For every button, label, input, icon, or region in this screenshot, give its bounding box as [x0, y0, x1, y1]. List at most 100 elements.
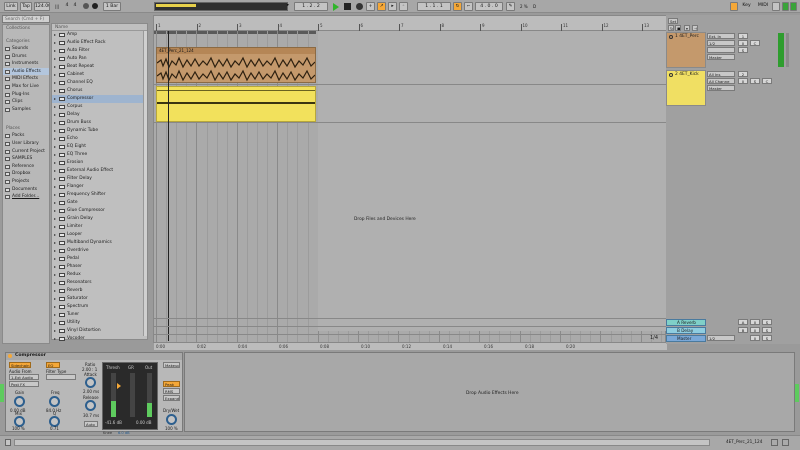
expand-arrow-icon[interactable]: ▸ [54, 31, 56, 39]
return-b-solo[interactable]: S [762, 327, 772, 333]
track-number-button[interactable]: 2 [738, 71, 748, 77]
position-field[interactable]: 1 . 2 . 2 [294, 2, 328, 11]
solo-button[interactable]: S [750, 78, 760, 84]
volume-field[interactable]: 0 [738, 78, 748, 84]
thresh-value[interactable]: -41.6 dB [105, 420, 122, 425]
track-number-button[interactable]: 1 [738, 33, 748, 39]
loop-start-field[interactable]: 1 . 1 . 1 [417, 2, 451, 11]
beat-ruler[interactable]: 1 2 3 4 5 6 7 8 9 10 11 12 13 [154, 16, 667, 31]
overdub-icon[interactable]: + [366, 2, 375, 11]
draw-mode-icon[interactable]: ✎ [506, 2, 515, 11]
browser-item[interactable]: ▸ Delay [52, 111, 147, 119]
expand-arrow-icon[interactable]: ▸ [54, 207, 56, 215]
output-select[interactable]: Master [707, 54, 735, 60]
return-track-b[interactable]: B Delay [666, 327, 706, 334]
name-column-header[interactable]: Name [52, 24, 147, 31]
track-fold-icon[interactable]: ▾ [684, 25, 690, 31]
play-icon[interactable] [333, 3, 339, 11]
browser-item[interactable]: ▸ Dynamic Tube [52, 127, 147, 135]
eq-toggle[interactable]: EQ [46, 362, 60, 368]
browser-item[interactable]: ▸ Echo [52, 135, 147, 143]
overview-bar[interactable] [154, 2, 288, 11]
expand-arrow-icon[interactable]: ▸ [54, 239, 56, 247]
peak-button[interactable]: Peak [163, 381, 180, 387]
set-button[interactable]: Set [668, 18, 678, 24]
expand-arrow-icon[interactable]: ▸ [54, 111, 56, 119]
browser-item[interactable]: ▸ Multiband Dynamics [52, 239, 147, 247]
back-to-arrangement-icon[interactable]: ▸ [388, 2, 397, 11]
expand-arrow-icon[interactable]: ▸ [54, 95, 56, 103]
expand-arrow-icon[interactable]: ▸ [54, 167, 56, 175]
filter-type-select[interactable] [46, 374, 76, 380]
return-b-volume[interactable]: 0 [750, 327, 760, 333]
out-value[interactable]: 0.00 dB [136, 420, 151, 425]
rms-button[interactable]: RMS [163, 388, 180, 394]
expand-arrow-icon[interactable]: ▸ [54, 215, 56, 223]
loop-brace[interactable] [154, 31, 316, 34]
browser-item[interactable]: ▸ Looper [52, 231, 147, 239]
expand-arrow-icon[interactable]: ▸ [54, 71, 56, 79]
mixer-scrollbar[interactable] [786, 33, 789, 67]
expand-arrow-icon[interactable]: ▸ [54, 135, 56, 143]
expand-arrow-icon[interactable]: ▸ [54, 255, 56, 263]
audio-from-select[interactable]: 1-Ext Audio [9, 374, 39, 380]
attack-knob[interactable] [85, 377, 96, 388]
record-icon[interactable] [356, 3, 363, 10]
loop-length-field[interactable]: 4 . 0 . 0 [475, 2, 503, 11]
expand-arrow-icon[interactable]: ▸ [54, 287, 56, 295]
pan-field[interactable]: C [762, 78, 772, 84]
expand-arrow-icon[interactable]: ▸ [54, 87, 56, 95]
monitor-switch[interactable] [707, 47, 735, 53]
expand-arrow-icon[interactable]: ▸ [54, 143, 56, 151]
place-reference[interactable]: Reference [3, 163, 49, 171]
browser-item[interactable]: ▸ Limiter [52, 223, 147, 231]
sidechain-toggle[interactable]: Sidechain [9, 362, 31, 368]
link-button[interactable]: Link [4, 2, 18, 11]
device-on-icon[interactable] [8, 354, 12, 358]
master-volume[interactable]: 0 [750, 335, 760, 341]
track-header-kick[interactable]: 2 4ET_Kick [666, 70, 706, 106]
output-select[interactable]: Master [707, 85, 735, 91]
master-solo[interactable]: S [762, 335, 772, 341]
solo-button[interactable]: S [738, 47, 748, 53]
expand-arrow-icon[interactable]: ▸ [54, 263, 56, 271]
browser-item[interactable]: ▸ Overdrive [52, 247, 147, 255]
browser-item[interactable]: ▸ Tuner [52, 311, 147, 319]
browser-item[interactable]: ▸ Drum Buss [52, 119, 147, 127]
sig-den[interactable]: 4 [72, 2, 78, 11]
expand-arrow-icon[interactable]: ▸ [54, 63, 56, 71]
return-a-solo[interactable]: S [762, 319, 772, 325]
track-name[interactable]: 2 4ET_Kick [675, 72, 699, 77]
browser-item[interactable]: ▸ Amp [52, 31, 147, 39]
loop-switch-icon[interactable]: ↻ [453, 2, 462, 11]
category-sounds[interactable]: Sounds [3, 45, 49, 53]
category-plug-ins[interactable]: Plug-Ins [3, 91, 49, 99]
quantize-select[interactable]: 1 Bar [103, 2, 121, 11]
browser-item[interactable]: ▸ Redux [52, 271, 147, 279]
expand-arrow-icon[interactable]: ▸ [54, 151, 56, 159]
category-audio-effects[interactable]: Audio Effects [3, 67, 49, 76]
browser-item[interactable]: ▸ Vinyl Distortion [52, 327, 147, 335]
tap-button[interactable]: Tap [20, 2, 32, 11]
browser-item[interactable]: ▸ Resonators [52, 279, 147, 287]
automation-arm-icon[interactable]: ↗ [377, 2, 386, 11]
browser-item[interactable]: ▸ Phaser [52, 263, 147, 271]
expand-arrow-icon[interactable]: ▸ [54, 119, 56, 127]
stop-all-icon[interactable]: ■ [675, 25, 681, 31]
category-max-for-live[interactable]: Max for Live [3, 83, 49, 91]
input-type-select[interactable]: All Ins [707, 71, 735, 77]
thresh-meter[interactable] [111, 373, 116, 417]
track-header-perc[interactable]: 1 4ET_Perc [666, 32, 706, 68]
expand-arrow-icon[interactable]: ▸ [54, 159, 56, 167]
browser-item[interactable]: ▸ Grain Delay [52, 215, 147, 223]
browser-item[interactable]: ▸ Compressor [52, 95, 147, 103]
volume-field[interactable]: 0 [738, 40, 748, 46]
place-projects[interactable]: Projects [3, 178, 49, 186]
place-packs[interactable]: Packs [3, 132, 49, 140]
category-drums[interactable]: Drums [3, 53, 49, 61]
tempo-field[interactable]: 124.00 [34, 2, 50, 11]
punch-in-icon[interactable]: ⌐ [464, 2, 473, 11]
metronome-led-icon[interactable] [83, 3, 89, 9]
pan-field[interactable]: C [750, 40, 760, 46]
browser-item[interactable]: ▸ Erosion [52, 159, 147, 167]
